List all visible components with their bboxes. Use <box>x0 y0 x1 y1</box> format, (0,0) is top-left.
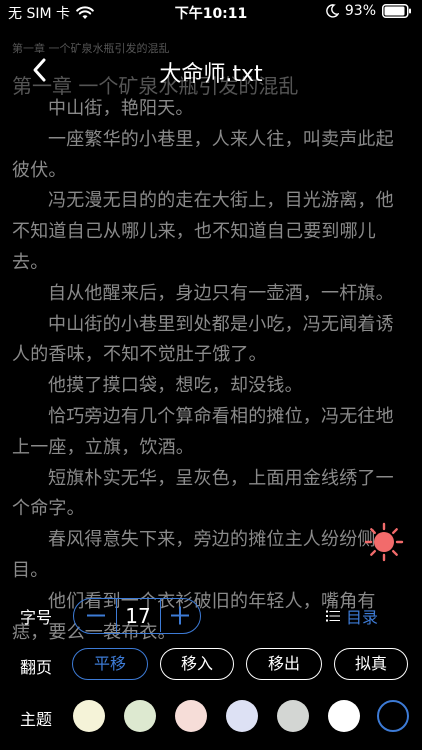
nav-bar: 大命师.txt <box>0 48 422 92</box>
font-size-value: 17 <box>125 604 151 628</box>
minus-icon[interactable] <box>84 599 108 632</box>
font-size-label: 字号 <box>20 608 53 627</box>
toc-label: 目录 <box>346 608 379 627</box>
theme-swatch-pink[interactable] <box>175 700 207 732</box>
theme-swatch-black[interactable] <box>377 700 409 732</box>
status-right: 93% <box>325 3 412 19</box>
page-turn-move-out-button[interactable]: 移出 <box>246 648 322 680</box>
book-title: 大命师.txt <box>159 62 263 87</box>
theme-swatch-cream[interactable] <box>73 700 105 732</box>
page-turn-realistic-button[interactable]: 拟真 <box>334 648 408 680</box>
theme-swatch-green[interactable] <box>124 700 156 732</box>
battery-icon <box>382 4 411 18</box>
page-turn-slide-button[interactable]: 平移 <box>72 648 148 680</box>
page-turn-label: 翻页 <box>20 658 53 677</box>
table-of-contents-button[interactable]: 目录 <box>326 604 378 628</box>
theme-swatch-gray[interactable] <box>277 700 309 732</box>
sun-icon[interactable] <box>364 522 404 562</box>
battery-percent: 93% <box>344 3 376 19</box>
stepper-divider <box>160 599 161 632</box>
moon-icon <box>326 4 339 18</box>
page-turn-move-in-button[interactable]: 移入 <box>160 648 234 680</box>
theme-swatch-white[interactable] <box>328 700 360 732</box>
paragraph: 冯无漫无目的的走在大街上，目光游离，他不知道自己从哪儿来，也不知道自己要到哪儿去… <box>12 190 394 273</box>
plus-icon[interactable] <box>168 599 192 632</box>
list-icon <box>326 610 340 622</box>
paragraph: 中山街，艳阳天。 <box>48 98 194 119</box>
paragraph: 他摸了摸口袋，想吃，却没钱。 <box>48 375 303 397</box>
theme-label: 主题 <box>20 710 53 729</box>
status-bar: 无 SIM 卡 下午10:11 93% <box>0 0 422 24</box>
font-size-stepper: 17 <box>73 598 201 634</box>
paragraph: 一座繁华的小巷里，人来人往，叫卖声此起彼伏。 <box>12 128 394 181</box>
paragraph: 春风得意失下来，旁边的摊位主人纷纷侧目。 <box>12 529 376 581</box>
paragraph: 短旗朴实无华，呈灰色，上面用金线绣了一个命字。 <box>12 467 394 520</box>
reader-settings-panel: 字号 17 目录 翻页 平移 移入 移出 拟真 主题 <box>0 594 422 750</box>
paragraph: 中山街的小巷里到处都是小吃，冯无闻着诱人的香味，不知不觉肚子饿了。 <box>12 313 394 366</box>
paragraph: 自从他醒来后，身边只有一壶酒，一杆旗。 <box>48 282 394 304</box>
reader-text: 中山街，艳阳天。 一座繁华的小巷里，人来人往，叫卖声此起彼伏。 冯无漫无目的的走… <box>12 94 410 648</box>
theme-swatch-blue[interactable] <box>226 700 258 732</box>
paragraph: 恰巧旁边有几个算命看相的摊位，冯无往地上一座，立旗，饮酒。 <box>12 405 394 458</box>
